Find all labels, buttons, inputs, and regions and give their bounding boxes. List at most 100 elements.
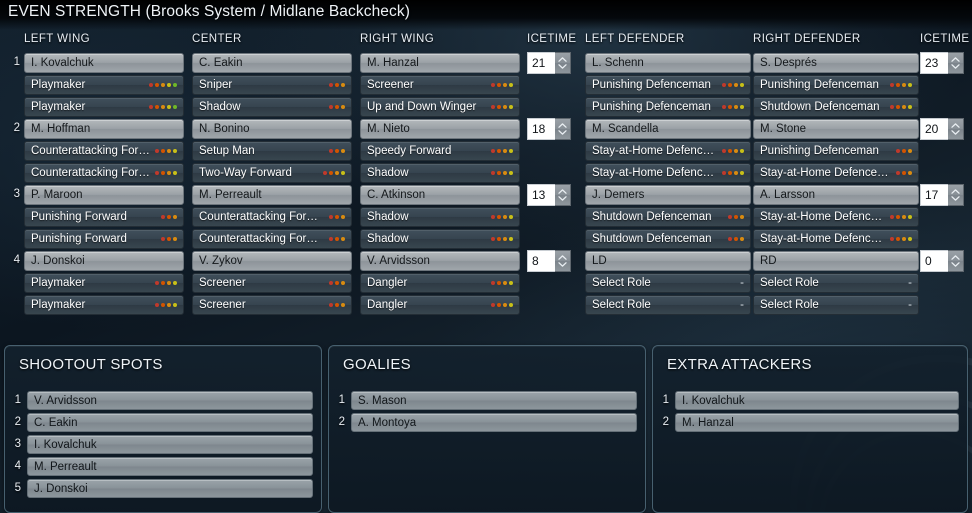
role-slot-center[interactable]: Counterattacking Forward: [192, 207, 352, 227]
role-slot-right-wing[interactable]: Dangler: [360, 273, 520, 293]
icetime-defence[interactable]: 20: [920, 118, 964, 140]
player-slot-right-wing[interactable]: V. Arvidsson: [360, 251, 520, 271]
role-slot-center[interactable]: Setup Man: [192, 141, 352, 161]
player-slot-right-wing[interactable]: C. Atkinson: [360, 185, 520, 205]
role-slot-right-defender[interactable]: Shutdown Defenceman: [753, 97, 919, 117]
chevron-down-icon[interactable]: [951, 64, 960, 69]
icetime-stepper[interactable]: [555, 52, 571, 74]
icetime-stepper[interactable]: [555, 184, 571, 206]
player-slot-right-wing[interactable]: M. Nieto: [360, 119, 520, 139]
icetime-forwards[interactable]: 21: [527, 52, 571, 74]
role-slot-right-wing[interactable]: Shadow: [360, 207, 520, 227]
chevron-up-icon[interactable]: [558, 123, 567, 128]
role-slot-left-wing[interactable]: Playmaker: [24, 97, 184, 117]
role-slot-right-defender[interactable]: Select Role -: [753, 295, 919, 315]
role-slot-left-defender[interactable]: Shutdown Defenceman: [585, 207, 751, 227]
player-slot-right-defender[interactable]: RD: [753, 251, 919, 271]
chevron-up-icon[interactable]: [951, 57, 960, 62]
icetime-value[interactable]: 8: [527, 250, 555, 272]
player-slot-left-wing[interactable]: J. Donskoi: [24, 251, 184, 271]
chevron-up-icon[interactable]: [951, 123, 960, 128]
role-slot-center[interactable]: Sniper: [192, 75, 352, 95]
role-slot-left-wing[interactable]: Playmaker: [24, 273, 184, 293]
role-slot-left-wing[interactable]: Punishing Forward: [24, 207, 184, 227]
player-slot-left-wing[interactable]: M. Hoffman: [24, 119, 184, 139]
icetime-defence[interactable]: 0: [920, 250, 964, 272]
player-slot-right-defender[interactable]: M. Stone: [753, 119, 919, 139]
player-slot-right-defender[interactable]: S. Després: [753, 53, 919, 73]
player-slot-center[interactable]: M. Perreault: [192, 185, 352, 205]
player-slot-center[interactable]: V. Zykov: [192, 251, 352, 271]
role-slot-right-defender[interactable]: Stay-at-Home Defenceman: [753, 207, 919, 227]
chevron-down-icon[interactable]: [558, 196, 567, 201]
icetime-value[interactable]: 18: [527, 118, 555, 140]
player-slot-right-defender[interactable]: A. Larsson: [753, 185, 919, 205]
icetime-stepper[interactable]: [555, 118, 571, 140]
role-slot-left-defender[interactable]: Shutdown Defenceman: [585, 229, 751, 249]
role-slot-right-wing[interactable]: Shadow: [360, 229, 520, 249]
chevron-up-icon[interactable]: [558, 57, 567, 62]
panel-row[interactable]: C. Eakin: [27, 413, 313, 432]
chevron-up-icon[interactable]: [558, 255, 567, 260]
role-slot-right-wing[interactable]: Shadow: [360, 163, 520, 183]
player-slot-right-wing[interactable]: M. Hanzal: [360, 53, 520, 73]
role-slot-right-wing[interactable]: Speedy Forward: [360, 141, 520, 161]
role-slot-left-defender[interactable]: Punishing Defenceman: [585, 75, 751, 95]
role-slot-right-wing[interactable]: Screener: [360, 75, 520, 95]
role-slot-left-defender[interactable]: Stay-at-Home Defenceman: [585, 163, 751, 183]
role-slot-left-wing[interactable]: Playmaker: [24, 75, 184, 95]
chevron-down-icon[interactable]: [558, 64, 567, 69]
chevron-down-icon[interactable]: [558, 262, 567, 267]
panel-row[interactable]: M. Hanzal: [675, 413, 959, 432]
role-slot-right-wing[interactable]: Dangler: [360, 295, 520, 315]
player-slot-left-wing[interactable]: P. Maroon: [24, 185, 184, 205]
role-slot-left-wing[interactable]: Playmaker: [24, 295, 184, 315]
role-slot-right-defender[interactable]: Stay-at-Home Defenceman: [753, 229, 919, 249]
role-slot-center[interactable]: Shadow: [192, 97, 352, 117]
panel-row[interactable]: V. Arvidsson: [27, 391, 313, 410]
role-slot-center[interactable]: Two-Way Forward: [192, 163, 352, 183]
panel-row[interactable]: A. Montoya: [351, 413, 637, 432]
chevron-up-icon[interactable]: [951, 189, 960, 194]
panel-row[interactable]: I. Kovalchuk: [27, 435, 313, 454]
player-slot-center[interactable]: C. Eakin: [192, 53, 352, 73]
role-slot-left-wing[interactable]: Counterattacking Forward: [24, 163, 184, 183]
icetime-value[interactable]: 21: [527, 52, 555, 74]
icetime-stepper[interactable]: [948, 184, 964, 206]
role-slot-center[interactable]: Counterattacking Forward: [192, 229, 352, 249]
chevron-up-icon[interactable]: [558, 189, 567, 194]
role-slot-right-wing[interactable]: Up and Down Winger: [360, 97, 520, 117]
player-slot-left-defender[interactable]: M. Scandella: [585, 119, 751, 139]
role-slot-left-wing[interactable]: Counterattacking Forward: [24, 141, 184, 161]
role-slot-right-defender[interactable]: Punishing Defenceman: [753, 75, 919, 95]
role-slot-right-defender[interactable]: Select Role -: [753, 273, 919, 293]
icetime-value[interactable]: 17: [920, 184, 948, 206]
role-slot-left-defender[interactable]: Punishing Defenceman: [585, 97, 751, 117]
chevron-down-icon[interactable]: [951, 262, 960, 267]
icetime-value[interactable]: 23: [920, 52, 948, 74]
role-slot-center[interactable]: Screener: [192, 273, 352, 293]
icetime-stepper[interactable]: [948, 118, 964, 140]
icetime-value[interactable]: 20: [920, 118, 948, 140]
panel-row[interactable]: S. Mason: [351, 391, 637, 410]
icetime-defence[interactable]: 17: [920, 184, 964, 206]
chevron-down-icon[interactable]: [951, 196, 960, 201]
player-slot-left-wing[interactable]: I. Kovalchuk: [24, 53, 184, 73]
role-slot-left-wing[interactable]: Punishing Forward: [24, 229, 184, 249]
panel-row[interactable]: J. Donskoi: [27, 479, 313, 498]
icetime-forwards[interactable]: 13: [527, 184, 571, 206]
chevron-down-icon[interactable]: [558, 130, 567, 135]
role-slot-right-defender[interactable]: Stay-at-Home Defenceman: [753, 163, 919, 183]
icetime-stepper[interactable]: [948, 52, 964, 74]
icetime-value[interactable]: 0: [920, 250, 948, 272]
icetime-stepper[interactable]: [555, 250, 571, 272]
chevron-up-icon[interactable]: [951, 255, 960, 260]
panel-row[interactable]: I. Kovalchuk: [675, 391, 959, 410]
icetime-defence[interactable]: 23: [920, 52, 964, 74]
role-slot-center[interactable]: Screener: [192, 295, 352, 315]
role-slot-right-defender[interactable]: Punishing Defenceman: [753, 141, 919, 161]
role-slot-left-defender[interactable]: Stay-at-Home Defenceman: [585, 141, 751, 161]
icetime-value[interactable]: 13: [527, 184, 555, 206]
icetime-forwards[interactable]: 18: [527, 118, 571, 140]
icetime-stepper[interactable]: [948, 250, 964, 272]
